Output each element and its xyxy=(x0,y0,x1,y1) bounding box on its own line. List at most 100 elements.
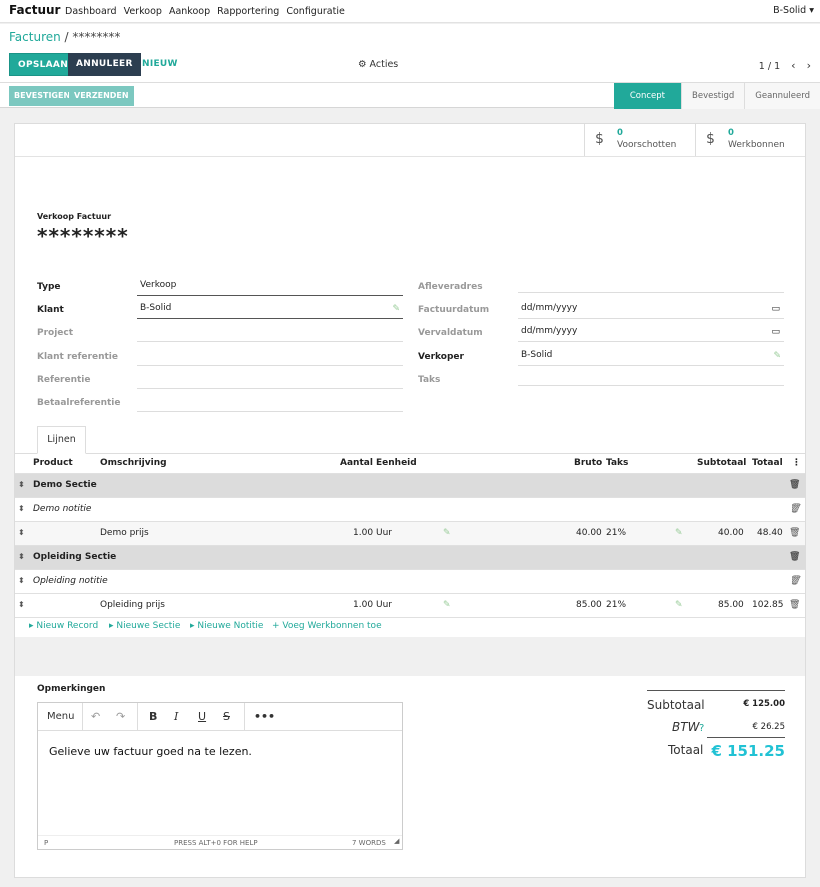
drag-handle-icon[interactable]: ⬍ xyxy=(18,576,25,585)
note-text: Demo notitie xyxy=(33,504,92,514)
trash-icon[interactable]: 🗑 xyxy=(789,600,800,610)
smart-button-voorschotten[interactable]: $ 0 Voorschotten xyxy=(584,124,695,156)
menu-configuratie[interactable]: Configuratie xyxy=(286,6,344,17)
klant-referentie-field[interactable] xyxy=(137,347,403,366)
drag-handle-icon[interactable]: ⬍ xyxy=(18,600,25,609)
edit-icon[interactable]: ✎ xyxy=(443,600,451,610)
menu-dashboard[interactable]: Dashboard xyxy=(65,6,117,17)
toolbar-divider xyxy=(137,703,138,731)
save-button[interactable]: OPSLAAN xyxy=(9,53,78,76)
stage-bevestigd[interactable]: Bevestigd xyxy=(681,83,745,109)
col-omschrijving[interactable]: Omschrijving xyxy=(100,458,167,468)
editor-menu-button[interactable]: Menu xyxy=(47,711,74,722)
menu-aankoop[interactable]: Aankoop xyxy=(169,6,210,17)
undo-icon[interactable]: ↶ xyxy=(91,710,100,723)
trash-icon[interactable]: 🗑 xyxy=(789,528,800,538)
betaalreferentie-field[interactable] xyxy=(137,393,403,412)
drag-handle-icon[interactable]: ⬍ xyxy=(18,480,25,489)
underline-icon[interactable]: U xyxy=(198,710,206,723)
menu-verkoop[interactable]: Verkoop xyxy=(124,6,162,17)
breadcrumb-facturen[interactable]: Facturen xyxy=(9,30,61,44)
confirm-button[interactable]: BEVESTIGEN xyxy=(9,86,76,106)
smart-label: Voorschotten xyxy=(617,140,677,150)
chevron-left-icon[interactable]: ‹ xyxy=(791,59,795,72)
editor-toolbar: Menu ↶ ↷ B I U S ••• xyxy=(38,703,402,731)
table-row-line[interactable]: ⬍ Demo prijs 1.00 Uur ✎ 40.00 21% ✎ 40.0… xyxy=(15,521,805,545)
company-switcher[interactable]: B-Solid ▾ xyxy=(773,5,814,16)
tab-lijnen[interactable]: Lijnen xyxy=(37,426,86,454)
smart-button-werkbonnen[interactable]: $ 0 Werkbonnen xyxy=(695,124,806,156)
taks-field[interactable] xyxy=(518,367,784,386)
line-taks: 21% xyxy=(606,600,627,610)
drag-handle-icon[interactable]: ⬍ xyxy=(18,504,25,513)
bold-icon[interactable]: B xyxy=(149,710,157,723)
edit-icon[interactable]: ✎ xyxy=(675,528,683,538)
col-eenheid[interactable]: Eenheid xyxy=(376,458,417,468)
chevron-right-icon[interactable]: › xyxy=(807,59,811,72)
vervaldatum-field[interactable]: dd/mm/yyyy ▭ xyxy=(518,323,784,342)
table-row-section[interactable]: ⬍ Opleiding Sectie 🗑 xyxy=(15,545,805,569)
klant-field[interactable]: B-Solid ✎ xyxy=(137,300,403,319)
actions-dropdown[interactable]: ⚙ Acties xyxy=(358,59,398,70)
table-row-note[interactable]: ⬍ Opleiding notitie 🗑 xyxy=(15,569,805,593)
line-bruto: 40.00 xyxy=(576,528,602,538)
verkoper-field[interactable]: B-Solid ✎ xyxy=(518,347,784,366)
resize-handle-icon[interactable]: ◢ xyxy=(394,837,399,845)
app-brand[interactable]: Factuur xyxy=(9,3,60,17)
add-werkbonnen-link[interactable]: + Voeg Werkbonnen toe xyxy=(272,621,382,631)
gear-icon: ⚙ xyxy=(358,59,370,70)
col-product[interactable]: Product xyxy=(33,458,73,468)
redo-icon[interactable]: ↷ xyxy=(116,710,125,723)
strikethrough-icon[interactable]: S xyxy=(223,710,230,723)
edit-icon[interactable]: ✎ xyxy=(443,528,451,538)
more-icon[interactable]: ••• xyxy=(254,710,275,723)
type-field[interactable]: Verkoop xyxy=(137,277,403,296)
add-section-link[interactable]: ▸ Nieuwe Sectie xyxy=(109,621,180,631)
table-row-section[interactable]: ⬍ Demo Sectie 🗑 xyxy=(15,473,805,497)
afleveradres-field[interactable] xyxy=(518,274,784,293)
col-subtotaal[interactable]: Subtotaal xyxy=(697,458,746,468)
drag-handle-icon[interactable]: ⬍ xyxy=(18,552,25,561)
trash-icon[interactable]: 🗑 xyxy=(789,576,800,586)
section-title: Opleiding Sectie xyxy=(33,552,117,562)
table-row-line[interactable]: ⬍ Opleiding prijs 1.00 Uur ✎ 85.00 21% ✎… xyxy=(15,593,805,617)
calendar-icon[interactable]: ▭ xyxy=(771,324,780,340)
trash-icon[interactable]: 🗑 xyxy=(789,552,800,562)
send-button[interactable]: VERZENDEN xyxy=(69,86,134,106)
col-aantal[interactable]: Aantal xyxy=(340,458,373,468)
col-bruto[interactable]: Bruto xyxy=(574,458,602,468)
editor-content[interactable]: Gelieve uw factuur goed na te lezen. xyxy=(49,745,252,758)
subtotal-label: Subtotaal xyxy=(647,698,705,712)
table-row-note[interactable]: ⬍ Demo notitie 🗑 xyxy=(15,497,805,521)
stage-geannuleerd[interactable]: Geannuleerd xyxy=(744,83,820,109)
line-eenheid: Uur xyxy=(376,600,392,610)
edit-icon[interactable]: ✎ xyxy=(392,301,400,317)
trash-icon[interactable]: 🗑 xyxy=(789,480,800,490)
col-taks[interactable]: Taks xyxy=(606,458,628,468)
calendar-icon[interactable]: ▭ xyxy=(771,301,780,317)
add-record-link[interactable]: ▸ Nieuw Record xyxy=(29,621,98,631)
pager-value[interactable]: 1 / 1 xyxy=(759,61,780,72)
edit-icon[interactable]: ✎ xyxy=(675,600,683,610)
help-icon[interactable]: ? xyxy=(699,723,704,734)
col-totaal[interactable]: Totaal xyxy=(752,458,783,468)
main-menu: Dashboard Verkoop Aankoop Rapportering C… xyxy=(65,6,349,17)
edit-icon[interactable]: ✎ xyxy=(773,348,781,364)
new-button[interactable]: NIEUW xyxy=(134,53,186,76)
pager: 1 / 1 ‹ › xyxy=(759,59,811,72)
vervaldatum-value: dd/mm/yyyy xyxy=(521,326,578,336)
drag-handle-icon[interactable]: ⬍ xyxy=(18,528,25,537)
stage-concept[interactable]: Concept xyxy=(613,83,682,109)
line-subtotaal: 85.00 xyxy=(718,600,744,610)
menu-rapportering[interactable]: Rapportering xyxy=(217,6,279,17)
referentie-field[interactable] xyxy=(137,370,403,389)
cancel-button[interactable]: ANNULEER xyxy=(68,53,141,76)
italic-icon[interactable]: I xyxy=(174,710,178,723)
add-note-link[interactable]: ▸ Nieuwe Notitie xyxy=(190,621,263,631)
factuurdatum-field[interactable]: dd/mm/yyyy ▭ xyxy=(518,300,784,319)
column-options-icon[interactable]: ⋮ xyxy=(792,458,801,468)
trash-icon[interactable]: 🗑 xyxy=(789,504,800,514)
line-subtotaal: 40.00 xyxy=(718,528,744,538)
project-field[interactable] xyxy=(137,323,403,342)
subtotal-value: € 125.00 xyxy=(743,699,785,709)
